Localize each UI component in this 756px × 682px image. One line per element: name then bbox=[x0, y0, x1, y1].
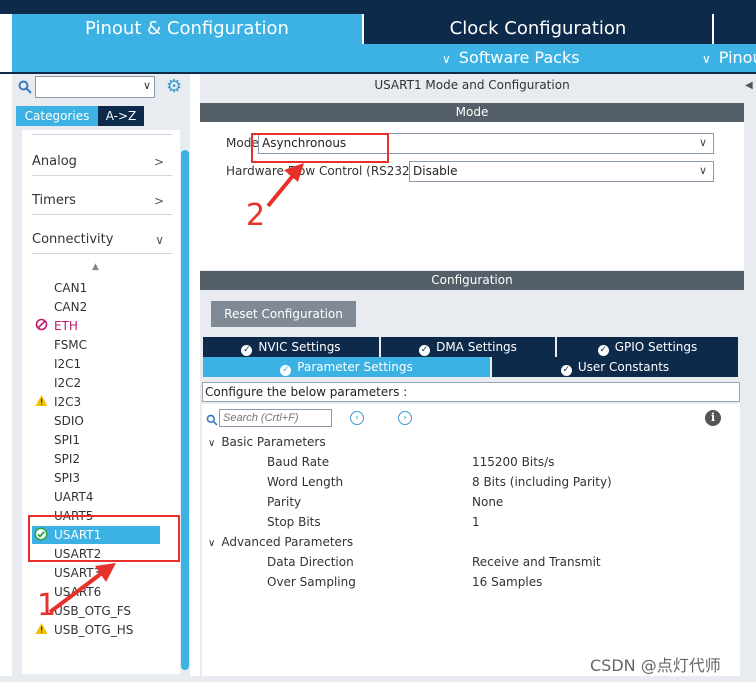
annotation-step-1: 1 bbox=[37, 588, 57, 623]
annotation-step-2: 2 bbox=[246, 198, 266, 233]
watermark: CSDN @点灯代师 bbox=[590, 656, 721, 675]
annotation-arrows bbox=[48, 163, 304, 614]
